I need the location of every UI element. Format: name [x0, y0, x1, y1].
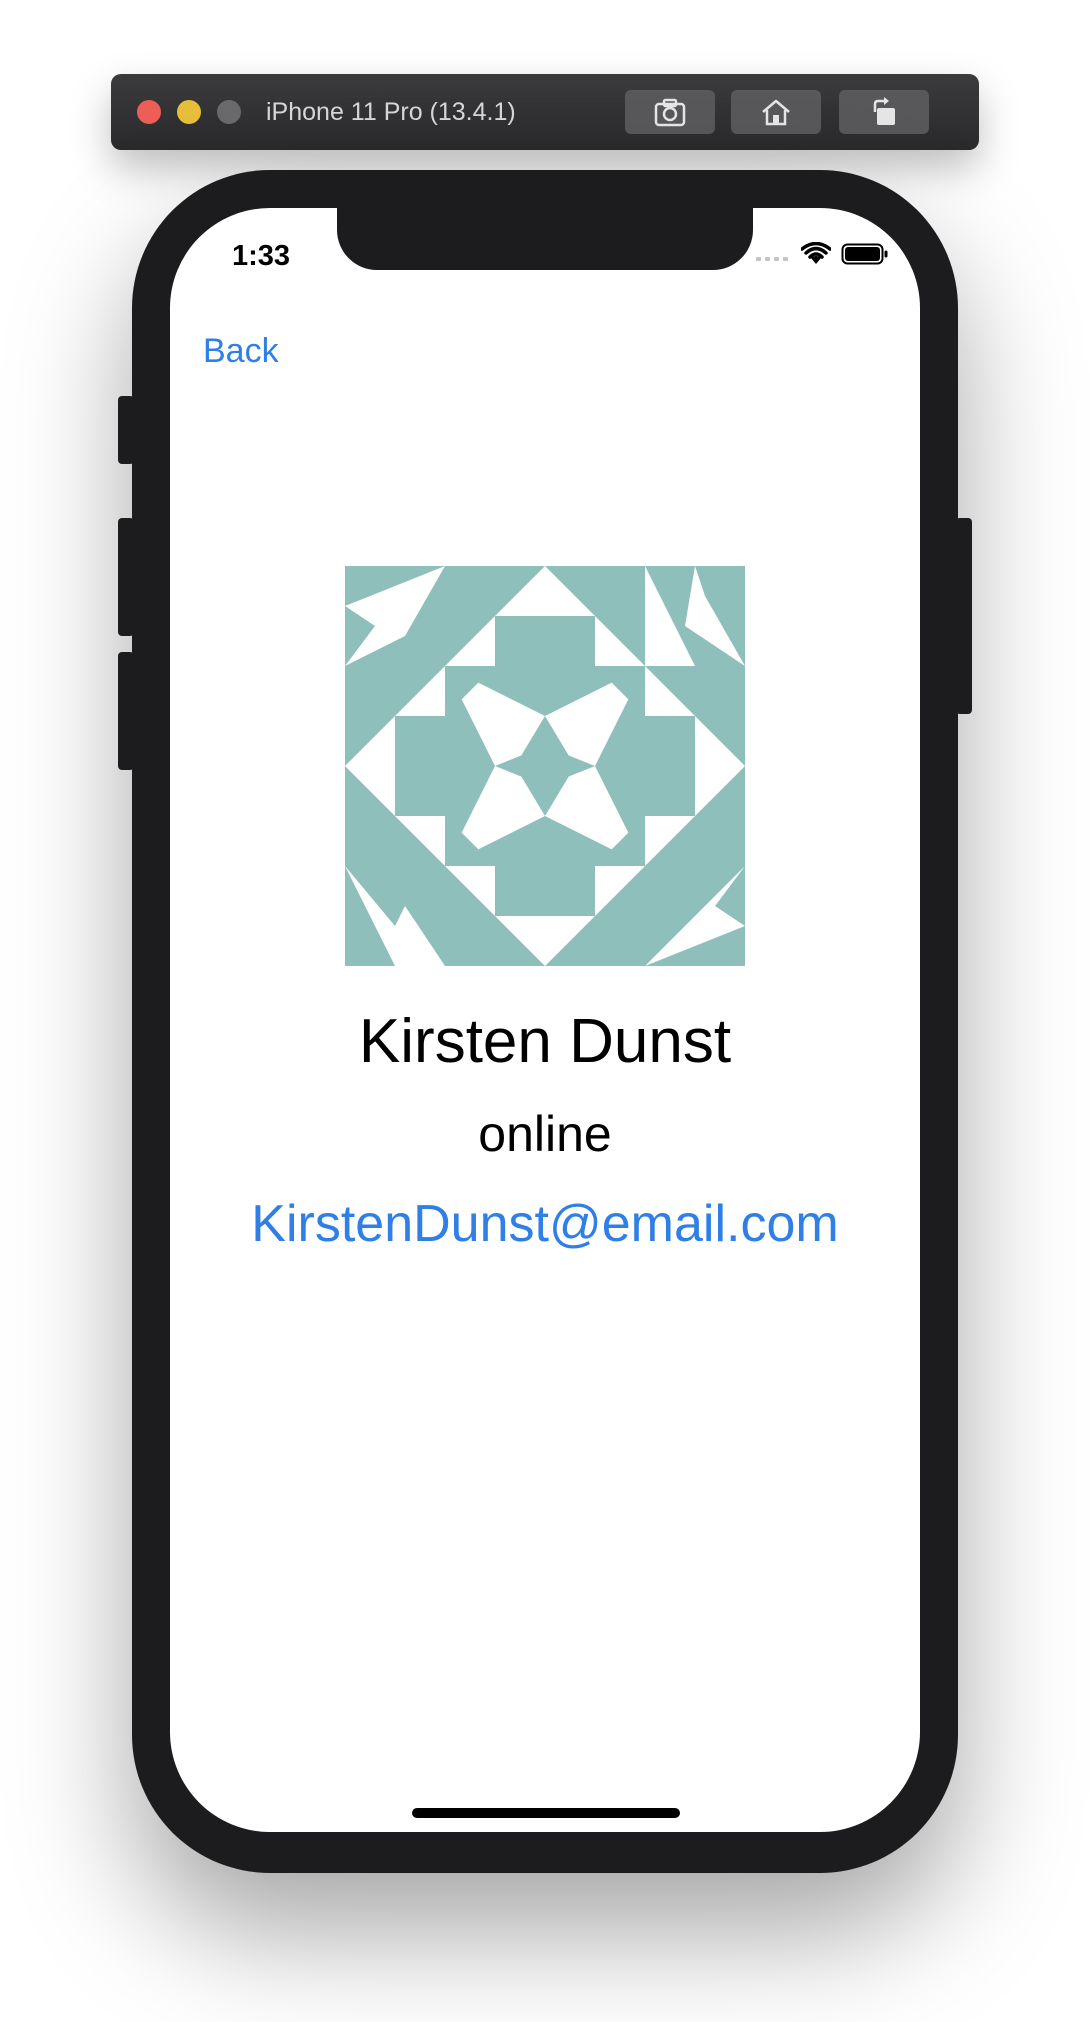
- wifi-icon: [800, 241, 832, 271]
- profile-status: online: [478, 1106, 612, 1162]
- zoom-window-button[interactable]: [217, 100, 241, 124]
- profile-name: Kirsten Dunst: [358, 1007, 732, 1076]
- simulator-title-bar: iPhone 11 Pro (13.4.1): [111, 74, 979, 150]
- rotate-icon: [867, 96, 901, 128]
- simulator-title: iPhone 11 Pro (13.4.1): [266, 98, 516, 126]
- minimize-window-button[interactable]: [177, 100, 201, 124]
- home-button[interactable]: [731, 90, 821, 134]
- screenshot-button[interactable]: [625, 90, 715, 134]
- profile-email-link[interactable]: KirstenDunst@email.com: [170, 1193, 920, 1255]
- cellular-signal-icon: [755, 248, 791, 266]
- avatar: [345, 566, 745, 966]
- rotate-button[interactable]: [839, 90, 929, 134]
- notch: [337, 208, 753, 270]
- phone-screen: 1:33 Back Kirsten Dunst online KirstenDu…: [170, 208, 920, 1832]
- power-button: [956, 518, 972, 714]
- status-time: 1:33: [232, 240, 291, 272]
- back-button[interactable]: Back: [203, 330, 279, 372]
- close-window-button[interactable]: [137, 100, 161, 124]
- home-indicator[interactable]: [412, 1808, 680, 1818]
- status-icons: [755, 241, 889, 271]
- screenshot-icon: [653, 97, 687, 127]
- mute-switch: [118, 396, 134, 464]
- stage: iPhone 11 Pro (13.4.1) 1:33 Back Kirsten…: [0, 0, 1090, 2022]
- battery-icon: [841, 242, 889, 271]
- volume-down-button: [118, 652, 134, 770]
- home-icon: [759, 97, 793, 127]
- volume-up-button: [118, 518, 134, 636]
